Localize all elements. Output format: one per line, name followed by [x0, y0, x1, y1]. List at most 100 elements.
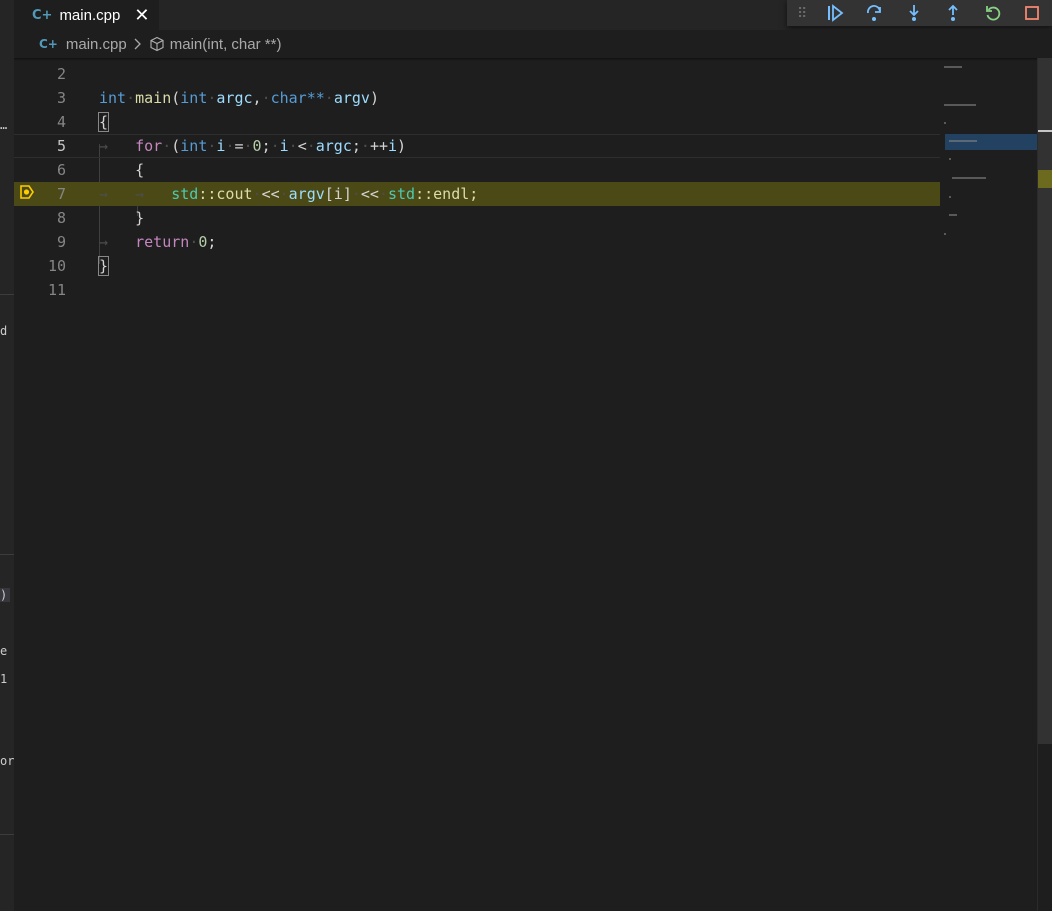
debug-stackframe-icon — [20, 185, 34, 199]
code-line-stopped[interactable]: 7 → → std::cout·<<·argv[i]·<<·std::endl; — [14, 182, 940, 206]
code-line-current[interactable]: 5 → for·(int·i·=·0;·i·<·argc;·++i) — [14, 134, 940, 158]
cube-icon — [149, 36, 165, 52]
number-token: 0 — [252, 137, 262, 155]
punctuation-token: ) — [397, 137, 407, 155]
namespace-token: std — [171, 185, 199, 203]
line-number: 3 — [56, 89, 66, 107]
side-panel-fragment: … — [0, 118, 8, 132]
continue-button[interactable] — [815, 0, 855, 26]
keyword-token: int — [180, 89, 208, 107]
line-number: 4 — [56, 113, 66, 131]
continue-icon — [827, 4, 844, 22]
breadcrumb: C+ main.cpp main(int, char **) — [14, 30, 1052, 58]
punctuation-token: ( — [171, 137, 181, 155]
code-text: → return·0; — [99, 233, 217, 251]
namespace-token: std — [388, 185, 416, 203]
code-line[interactable]: 4 { — [14, 110, 940, 134]
minimap-slider[interactable] — [945, 134, 1037, 150]
punctuation-token: ; — [261, 137, 271, 155]
variable-token: i — [388, 137, 398, 155]
minimap-line — [944, 122, 946, 124]
operator-token: << — [261, 185, 280, 203]
code-line[interactable]: 2 — [14, 62, 940, 86]
operator-token: << — [360, 185, 379, 203]
chevron-right-icon — [133, 38, 143, 50]
punctuation-token: { — [135, 161, 145, 179]
line-number: 5 — [56, 137, 66, 155]
step-into-button[interactable] — [894, 0, 934, 26]
code-line[interactable]: 11 — [14, 278, 940, 302]
cpp-file-icon: C+ — [39, 37, 58, 51]
panel-divider — [0, 554, 14, 555]
punctuation-token: ; — [351, 137, 361, 155]
panel-divider — [0, 834, 14, 835]
code-text: } — [97, 254, 110, 278]
function-token: ::cout — [198, 185, 253, 203]
function-token: main — [135, 89, 172, 107]
code-editor[interactable]: 2 3 int·main(int·argc,·char**·argv) 4 { … — [14, 58, 1038, 911]
punctuation-token: ) — [369, 89, 379, 107]
code-text: → → std::cout·<<·argv[i]·<<·std::endl; — [99, 185, 479, 203]
scrollbar-cursor-marker — [1038, 130, 1052, 132]
keyword-token: char** — [270, 89, 325, 107]
code-text: → for·(int·i·=·0;·i·<·argc;·++i) — [99, 137, 407, 155]
stop-icon — [1025, 6, 1040, 20]
punctuation-token: ( — [171, 89, 181, 107]
restart-icon — [985, 6, 1000, 21]
minimap-line — [944, 66, 962, 68]
punctuation-token: [i] — [324, 185, 352, 203]
punctuation-token: } — [135, 209, 145, 227]
line-number: 6 — [56, 161, 66, 179]
restart-button[interactable] — [973, 0, 1013, 26]
panel-divider — [0, 294, 14, 295]
debug-toolbar: ⠿ — [787, 0, 1052, 26]
minimap[interactable] — [940, 58, 1038, 911]
line-number: 8 — [56, 209, 66, 227]
step-over-button[interactable] — [854, 0, 894, 26]
step-into-icon — [908, 5, 919, 21]
variable-token: argv — [333, 89, 370, 107]
step-out-button[interactable] — [933, 0, 973, 26]
code-line[interactable]: 10 } — [14, 254, 940, 278]
code-text: int·main(int·argc,·char**·argv) — [99, 89, 379, 107]
code-line[interactable]: 6 { — [14, 158, 940, 182]
code-line[interactable]: 3 int·main(int·argc,·char**·argv) — [14, 86, 940, 110]
breadcrumb-symbol[interactable]: main(int, char **) — [170, 36, 282, 53]
keyword-token: return — [135, 233, 190, 251]
side-panel-fragment: or — [0, 754, 14, 768]
matching-brace: } — [97, 256, 110, 276]
punctuation-token: , — [252, 89, 262, 107]
tab-main-cpp[interactable]: C+ main.cpp ✕ — [14, 0, 159, 30]
side-panel-fragment[interactable]: ) — [0, 588, 10, 602]
code-text: { — [97, 110, 110, 134]
scrollbar-thumb[interactable] — [1038, 58, 1052, 744]
minimap-line — [949, 158, 951, 160]
minimap-line — [949, 196, 951, 198]
editor-top-shadow — [14, 58, 1038, 61]
breadcrumb-file[interactable]: main.cpp — [66, 36, 127, 53]
variable-token: argc — [315, 137, 352, 155]
drag-handle-icon[interactable]: ⠿ — [797, 5, 815, 22]
close-icon[interactable]: ✕ — [134, 6, 149, 24]
operator-token: < — [297, 137, 307, 155]
minimap-line — [949, 214, 957, 216]
keyword-token: for — [135, 137, 163, 155]
side-panel-fragment: d — [0, 324, 8, 338]
line-number: 2 — [56, 65, 66, 83]
code-line[interactable]: 8 } — [14, 206, 940, 230]
punctuation-token: ; — [207, 233, 217, 251]
minimap-line — [944, 104, 976, 106]
code-text: { — [99, 158, 144, 182]
vertical-scrollbar[interactable] — [1038, 58, 1052, 911]
keyword-token: int — [180, 137, 208, 155]
stop-button[interactable] — [1012, 0, 1052, 26]
code-line[interactable]: 9 → return·0; — [14, 230, 940, 254]
side-panel-edge: … d ) e 1 or — [0, 0, 14, 911]
operator-token: ++ — [369, 137, 388, 155]
code-text: } — [99, 206, 144, 230]
variable-token: argc — [216, 89, 253, 107]
minimap-line — [944, 233, 946, 235]
cpp-file-icon: C+ — [32, 7, 53, 23]
variable-token: i — [279, 137, 289, 155]
line-number: 11 — [47, 281, 66, 299]
